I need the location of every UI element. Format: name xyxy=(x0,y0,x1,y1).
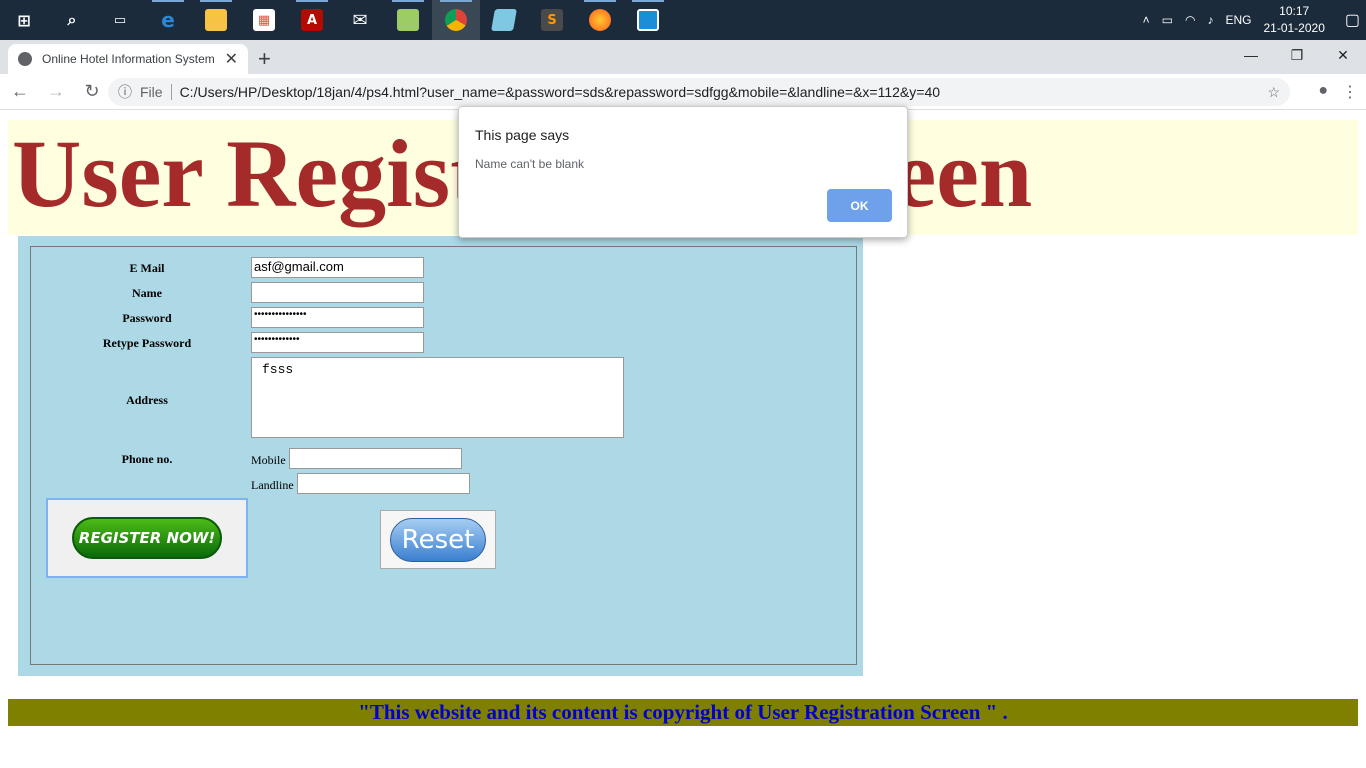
globe-icon xyxy=(18,52,32,66)
chevron-up-icon[interactable]: ˄ xyxy=(1143,13,1150,27)
tab-strip: Online Hotel Information System ✕ + — ❐ … xyxy=(0,40,1366,74)
navigation-bar: ← → ↻ ⓘ File C:/Users/HP/Desktop/18jan/4… xyxy=(0,74,1366,110)
ok-button[interactable]: OK xyxy=(827,189,892,222)
password-field[interactable]: ••••••••••••••• xyxy=(251,307,424,328)
new-tab-icon[interactable]: + xyxy=(258,46,271,72)
url-text[interactable]: C:/Users/HP/Desktop/18jan/4/ps4.html?use… xyxy=(180,84,940,100)
reset-button[interactable]: Reset xyxy=(380,510,496,569)
url-scheme: File xyxy=(140,84,172,100)
tab-title: Online Hotel Information System xyxy=(42,52,215,66)
notepad-icon[interactable] xyxy=(384,0,432,40)
mobile-field[interactable] xyxy=(289,448,462,469)
address-label: Address xyxy=(126,393,168,407)
system-tray: ˄ ▭ ◠ ♪ ENG 10:17 21-01-2020 ▢ xyxy=(1137,0,1366,40)
wifi-icon[interactable]: ◠ xyxy=(1185,13,1195,27)
app-icon[interactable] xyxy=(480,0,528,40)
app-square-icon[interactable] xyxy=(624,0,672,40)
taskbar: ⊞ ⌕ ▭ e ▦ A ✉ S ˄ ▭ ◠ ♪ ENG 10:17 21-01-… xyxy=(0,0,1366,40)
reload-icon[interactable]: ↻ xyxy=(76,76,108,108)
browser-tab[interactable]: Online Hotel Information System ✕ xyxy=(8,44,248,74)
restore-icon[interactable]: ❐ xyxy=(1274,40,1320,70)
password-label: Password xyxy=(122,311,172,325)
notifications-icon[interactable]: ▢ xyxy=(1345,10,1360,30)
search-icon[interactable]: ⌕ xyxy=(48,0,96,40)
close-tab-icon[interactable]: ✕ xyxy=(225,49,238,69)
clock-time: 10:17 xyxy=(1279,4,1310,18)
acrobat-icon[interactable]: A xyxy=(288,0,336,40)
name-label: Name xyxy=(132,286,162,300)
mail-icon[interactable]: ✉ xyxy=(336,0,384,40)
clock-date: 21-01-2020 xyxy=(1263,21,1325,35)
edge-icon[interactable]: e xyxy=(144,0,192,40)
menu-icon[interactable]: ⋮ xyxy=(1342,82,1358,102)
forward-icon[interactable]: → xyxy=(40,76,72,108)
sublime-icon[interactable]: S xyxy=(528,0,576,40)
registration-form: E Mail asf@gmail.com Name Password •••••… xyxy=(18,236,863,676)
store-icon[interactable]: ▦ xyxy=(240,0,288,40)
volume-icon[interactable]: ♪ xyxy=(1207,13,1213,27)
info-icon[interactable]: ⓘ xyxy=(118,82,132,102)
name-field[interactable] xyxy=(251,282,424,303)
phone-label: Phone no. xyxy=(121,452,173,466)
copyright-footer: "This website and its content is copyrig… xyxy=(8,699,1358,726)
window-controls: — ❐ ✕ xyxy=(1228,40,1366,70)
register-button[interactable]: REGISTER NOW! xyxy=(46,498,248,578)
close-window-icon[interactable]: ✕ xyxy=(1320,40,1366,70)
landline-field[interactable] xyxy=(297,473,470,494)
form-table: E Mail asf@gmail.com Name Password •••••… xyxy=(30,246,857,665)
language-indicator[interactable]: ENG xyxy=(1225,13,1251,27)
chrome-icon[interactable] xyxy=(432,0,480,40)
email-label: E Mail xyxy=(129,261,165,275)
address-bar[interactable]: ⓘ File C:/Users/HP/Desktop/18jan/4/ps4.h… xyxy=(108,78,1290,106)
profile-icon[interactable]: ● xyxy=(1318,82,1328,102)
mobile-label: Mobile xyxy=(251,453,286,467)
firefox-icon[interactable] xyxy=(576,0,624,40)
minimize-icon[interactable]: — xyxy=(1228,40,1274,70)
windows-start-icon[interactable]: ⊞ xyxy=(0,0,48,40)
retype-password-field[interactable]: ••••••••••••• xyxy=(251,332,424,353)
email-field[interactable]: asf@gmail.com xyxy=(251,257,424,278)
dialog-title: This page says xyxy=(475,127,570,143)
reset-label: Reset xyxy=(390,517,486,562)
task-view-icon[interactable]: ▭ xyxy=(96,0,144,40)
file-explorer-icon[interactable] xyxy=(192,0,240,40)
alert-dialog: This page says Name can't be blank OK xyxy=(458,106,908,238)
register-label: REGISTER NOW! xyxy=(72,517,222,559)
retype-password-label: Retype Password xyxy=(102,336,192,350)
dialog-message: Name can't be blank xyxy=(475,157,585,171)
address-textarea[interactable]: fsss xyxy=(251,357,624,438)
bookmark-star-icon[interactable]: ☆ xyxy=(1267,84,1280,101)
clock[interactable]: 10:17 21-01-2020 xyxy=(1263,3,1324,37)
battery-icon[interactable]: ▭ xyxy=(1162,13,1173,27)
landline-label: Landline xyxy=(251,478,294,492)
back-icon[interactable]: ← xyxy=(4,76,36,108)
